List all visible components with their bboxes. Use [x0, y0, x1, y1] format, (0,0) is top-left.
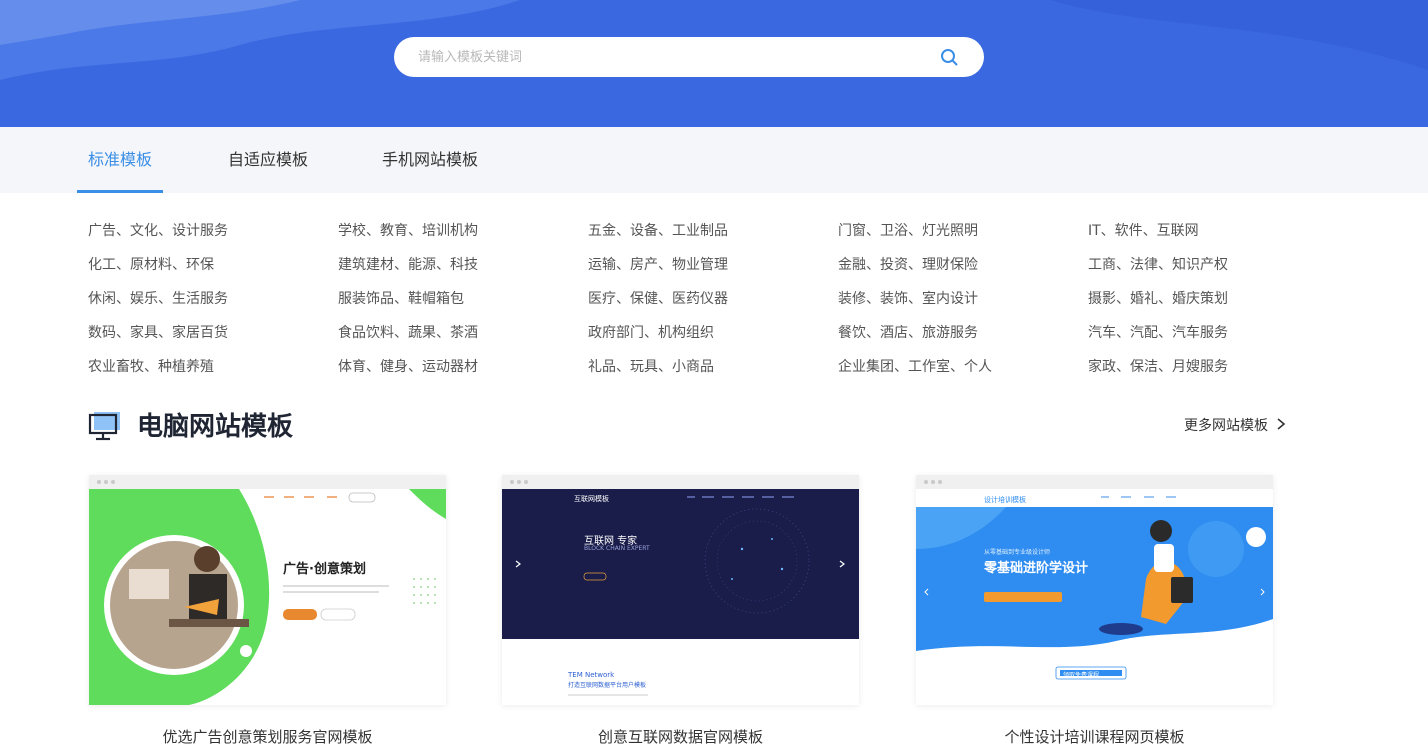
category-link[interactable]: 金融、投资、理财保险 — [838, 254, 978, 274]
category-row: 农业畜牧、种植养殖 体育、健身、运动器材 礼品、玩具、小商品 企业集团、工作室、… — [88, 348, 1348, 382]
preview-art — [89, 489, 446, 705]
template-preview[interactable]: 互联网模板 互联网 专家 BLOCK CHAIN EXPERT TEM Netw… — [502, 475, 859, 705]
category-link[interactable]: 工商、法律、知识产权 — [1088, 254, 1228, 274]
category-link[interactable]: 广告、文化、设计服务 — [88, 220, 228, 240]
preview-art — [502, 489, 859, 705]
tab-mobile[interactable]: 手机网站模板 — [382, 127, 478, 193]
search-box — [394, 37, 984, 77]
category-link[interactable]: 政府部门、机构组织 — [588, 322, 714, 342]
category-link[interactable]: 运输、房产、物业管理 — [588, 254, 728, 274]
preview-button: 领取免费课程 — [1063, 672, 1100, 679]
preview-logo: 设计培训模板 — [984, 496, 1026, 504]
category-link[interactable]: 汽车、汽配、汽车服务 — [1088, 322, 1228, 342]
template-tabs: 标准模板 自适应模板 手机网站模板 — [0, 127, 1428, 193]
template-card[interactable]: 互联网模板 互联网 专家 BLOCK CHAIN EXPERT TEM Netw… — [502, 475, 859, 746]
category-link[interactable]: 服装饰品、鞋帽箱包 — [338, 288, 464, 308]
template-card[interactable]: 设计培训模板 从零基础到专业级设计师 零基础进阶学设计 领取免费课程 个性设计培… — [916, 475, 1273, 746]
template-title[interactable]: 创意互联网数据官网模板 — [502, 726, 859, 747]
preview-heading: 零基础进阶学设计 — [984, 561, 1089, 576]
preview-logo: 互联网模板 — [574, 495, 609, 503]
category-link[interactable]: IT、软件、互联网 — [1088, 220, 1199, 240]
preview-subheading: BLOCK CHAIN EXPERT — [584, 545, 650, 552]
category-link[interactable]: 医疗、保健、医药仪器 — [588, 288, 728, 308]
more-templates-link[interactable]: 更多网站模板 — [1184, 415, 1268, 435]
category-row: 休闲、娱乐、生活服务 服装饰品、鞋帽箱包 医疗、保健、医药仪器 装修、装饰、室内… — [88, 280, 1348, 314]
category-link[interactable]: 门窗、卫浴、灯光照明 — [838, 220, 978, 240]
template-preview[interactable]: 广告·创意策划 — [89, 475, 446, 705]
category-link[interactable]: 礼品、玩具、小商品 — [588, 356, 714, 376]
section-title: 电脑网站模板 — [137, 412, 294, 442]
hero-banner — [0, 0, 1428, 127]
category-link[interactable]: 休闲、娱乐、生活服务 — [88, 288, 228, 308]
preview-heading: 广告·创意策划 — [283, 562, 366, 577]
template-preview[interactable]: 设计培训模板 从零基础到专业级设计师 零基础进阶学设计 领取免费课程 — [916, 475, 1273, 705]
category-link[interactable]: 体育、健身、运动器材 — [338, 356, 478, 376]
category-link[interactable]: 食品饮料、蔬果、茶酒 — [338, 322, 478, 342]
category-link[interactable]: 学校、教育、培训机构 — [338, 220, 478, 240]
tab-standard[interactable]: 标准模板 — [76, 127, 164, 193]
category-link[interactable]: 建筑建材、能源、科技 — [338, 254, 478, 274]
category-link[interactable]: 企业集团、工作室、个人 — [838, 356, 992, 376]
category-link[interactable]: 餐饮、酒店、旅游服务 — [838, 322, 978, 342]
search-input[interactable] — [418, 37, 918, 77]
template-title[interactable]: 个性设计培训课程网页模板 — [916, 726, 1273, 747]
category-link[interactable]: 化工、原材料、环保 — [88, 254, 214, 274]
template-title[interactable]: 优选广告创意策划服务官网模板 — [89, 726, 446, 747]
category-row: 数码、家具、家居百货 食品饮料、蔬果、茶酒 政府部门、机构组织 餐饮、酒店、旅游… — [88, 314, 1348, 348]
preview-small-text: 从零基础到专业级设计师 — [984, 549, 1051, 556]
preview-footer-subtitle: 打造互联网数据平台用户模板 — [568, 682, 647, 689]
category-row: 化工、原材料、环保 建筑建材、能源、科技 运输、房产、物业管理 金融、投资、理财… — [88, 246, 1348, 280]
template-card[interactable]: 广告·创意策划 优选广告创意策划服务官网模板 — [89, 475, 446, 746]
tab-responsive[interactable]: 自适应模板 — [228, 127, 308, 193]
category-link[interactable]: 数码、家具、家居百货 — [88, 322, 228, 342]
category-link[interactable]: 农业畜牧、种植养殖 — [88, 356, 214, 376]
category-row: 广告、文化、设计服务 学校、教育、培训机构 五金、设备、工业制品 门窗、卫浴、灯… — [88, 212, 1348, 246]
monitor-icon — [88, 412, 120, 441]
category-link[interactable]: 装修、装饰、室内设计 — [838, 288, 978, 308]
category-grid: 广告、文化、设计服务 学校、教育、培训机构 五金、设备、工业制品 门窗、卫浴、灯… — [88, 212, 1348, 382]
browser-bar — [916, 475, 1273, 489]
chevron-right-icon[interactable] — [1275, 417, 1287, 431]
browser-bar — [502, 475, 859, 489]
search-icon[interactable] — [940, 48, 958, 66]
category-link[interactable]: 摄影、婚礼、婚庆策划 — [1088, 288, 1228, 308]
category-link[interactable]: 五金、设备、工业制品 — [588, 220, 728, 240]
preview-footer-title: TEM Network — [568, 671, 615, 679]
category-link[interactable]: 家政、保洁、月嫂服务 — [1088, 356, 1228, 376]
browser-bar — [89, 475, 446, 489]
